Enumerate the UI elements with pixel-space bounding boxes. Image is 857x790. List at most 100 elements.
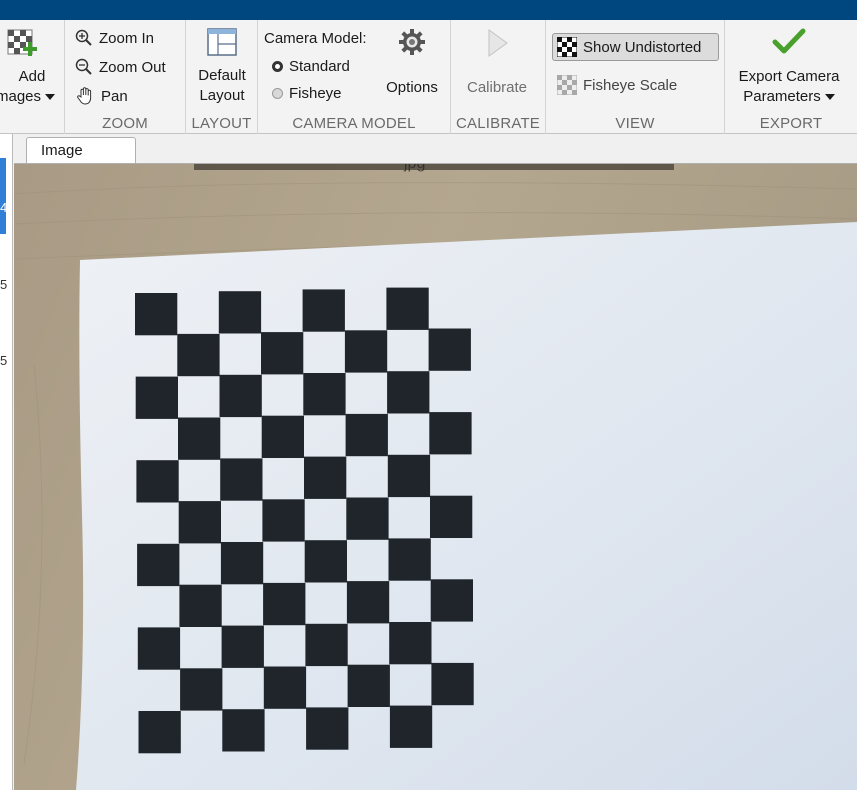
checker-square xyxy=(179,584,222,627)
checker-square xyxy=(261,415,304,458)
checker-square xyxy=(136,460,179,503)
checkerboard-icon xyxy=(557,37,577,57)
checker-square xyxy=(346,497,389,540)
checker-square xyxy=(388,538,431,581)
camera-model-section-label: CAMERA MODEL xyxy=(292,115,416,132)
checker-square xyxy=(344,330,388,373)
add-images-icon xyxy=(0,27,64,59)
checker-square xyxy=(387,371,430,414)
checker-square xyxy=(304,540,347,583)
checkmark-icon xyxy=(727,26,851,60)
checker-square xyxy=(220,542,264,585)
zoom-in-button[interactable]: Zoom In xyxy=(75,27,154,49)
calibrate-button[interactable]: Calibrate xyxy=(453,28,541,98)
checker-square xyxy=(177,333,220,377)
checker-square xyxy=(135,376,178,419)
checker-square xyxy=(261,332,304,375)
image-viewer[interactable]: jpg xyxy=(14,164,857,790)
show-undistorted-label: Show Undistorted xyxy=(583,38,702,56)
zoom-section: Zoom In Zoom Out Pan ZOOM xyxy=(65,20,186,134)
checker-square xyxy=(345,413,388,457)
checker-square xyxy=(431,662,474,706)
zoom-out-icon xyxy=(75,58,93,76)
checker-square xyxy=(262,499,305,542)
data-browser-panel[interactable]: 4 5 5 xyxy=(0,134,13,790)
checker-square xyxy=(430,495,473,538)
checker-square xyxy=(302,289,345,332)
view-section-label: VIEW xyxy=(615,115,655,132)
toolstrip-ribbon: Add mages Zoom In Zoom Out Pan ZOOM Defa… xyxy=(0,20,857,134)
checker-square xyxy=(137,543,180,587)
checker-square xyxy=(222,709,265,752)
play-icon xyxy=(453,28,541,58)
checker-square xyxy=(389,622,432,665)
title-bar xyxy=(0,0,857,20)
camera-model-heading: Camera Model: xyxy=(264,30,367,47)
add-images-label-1: Add xyxy=(18,68,46,85)
checker-square xyxy=(430,579,473,622)
fisheye-scale-label: Fisheye Scale xyxy=(583,76,678,94)
document-tab-bar: Image xyxy=(14,134,857,164)
add-images-button[interactable]: Add mages xyxy=(0,27,64,107)
layout-section: Default Layout LAYOUT xyxy=(186,20,258,134)
calibrate-section-label: CALIBRATE xyxy=(455,115,541,132)
show-undistorted-toggle[interactable]: Show Undistorted xyxy=(552,33,719,61)
default-layout-label-1: Default xyxy=(198,67,246,84)
checker-square xyxy=(138,711,181,754)
checker-square xyxy=(219,374,262,418)
list-item-fragment: 4 xyxy=(0,200,8,215)
checker-square xyxy=(346,581,390,624)
tab-image[interactable]: Image xyxy=(26,137,136,164)
checker-square xyxy=(137,627,181,670)
checker-square xyxy=(221,625,264,668)
camera-model-section: Camera Model: Standard Fisheye Options C… xyxy=(258,20,451,134)
options-button[interactable]: Options xyxy=(378,28,446,98)
checker-square xyxy=(386,287,429,330)
export-section: Export Camera Parameters EXPORT xyxy=(725,20,857,134)
checker-square xyxy=(180,668,223,711)
file-section: Add mages xyxy=(0,20,65,134)
pan-label: Pan xyxy=(101,87,128,105)
checker-square xyxy=(218,291,262,334)
fisheye-scale-button[interactable]: Fisheye Scale xyxy=(557,74,677,96)
export-camera-parameters-button[interactable]: Export Camera Parameters xyxy=(727,26,851,107)
radio-unselected-icon xyxy=(272,87,283,99)
zoom-out-button[interactable]: Zoom Out xyxy=(75,56,166,78)
calibration-image: jpg xyxy=(14,164,857,790)
export-label-2: Parameters xyxy=(743,88,821,105)
fisheye-radio[interactable]: Fisheye xyxy=(272,82,342,104)
checker-square xyxy=(263,666,307,709)
checker-square xyxy=(389,705,433,748)
radio-selected-icon xyxy=(272,60,283,72)
pan-button[interactable]: Pan xyxy=(75,85,128,107)
checker-square xyxy=(178,417,221,460)
image-title-fragment: jpg xyxy=(403,164,425,172)
zoom-section-label: ZOOM xyxy=(102,115,148,132)
selected-item-highlight xyxy=(0,158,6,234)
checker-square xyxy=(428,328,471,371)
checker-square xyxy=(347,664,390,707)
export-section-label: EXPORT xyxy=(759,115,823,132)
tab-image-label: Image xyxy=(41,142,83,159)
default-layout-label-2: Layout xyxy=(199,87,245,104)
checker-square xyxy=(305,623,348,667)
checker-square xyxy=(304,456,347,499)
chevron-down-icon xyxy=(45,94,56,101)
checker-square xyxy=(303,373,346,416)
export-label-1: Export Camera xyxy=(738,68,840,85)
fisheye-radio-label: Fisheye xyxy=(289,84,342,102)
standard-radio[interactable]: Standard xyxy=(272,55,350,77)
add-images-label-2: mages xyxy=(0,88,42,105)
checker-square xyxy=(387,454,431,498)
layout-section-label: LAYOUT xyxy=(191,115,252,132)
options-label: Options xyxy=(386,79,438,96)
list-item-fragment: 5 xyxy=(0,353,8,368)
checker-square xyxy=(220,458,263,501)
checker-square xyxy=(429,412,472,455)
standard-radio-label: Standard xyxy=(289,57,350,75)
default-layout-button[interactable]: Default Layout xyxy=(188,27,256,106)
hand-pan-icon xyxy=(75,86,95,106)
gear-icon xyxy=(378,28,446,58)
checker-square xyxy=(135,293,178,336)
checker-square xyxy=(306,707,349,750)
